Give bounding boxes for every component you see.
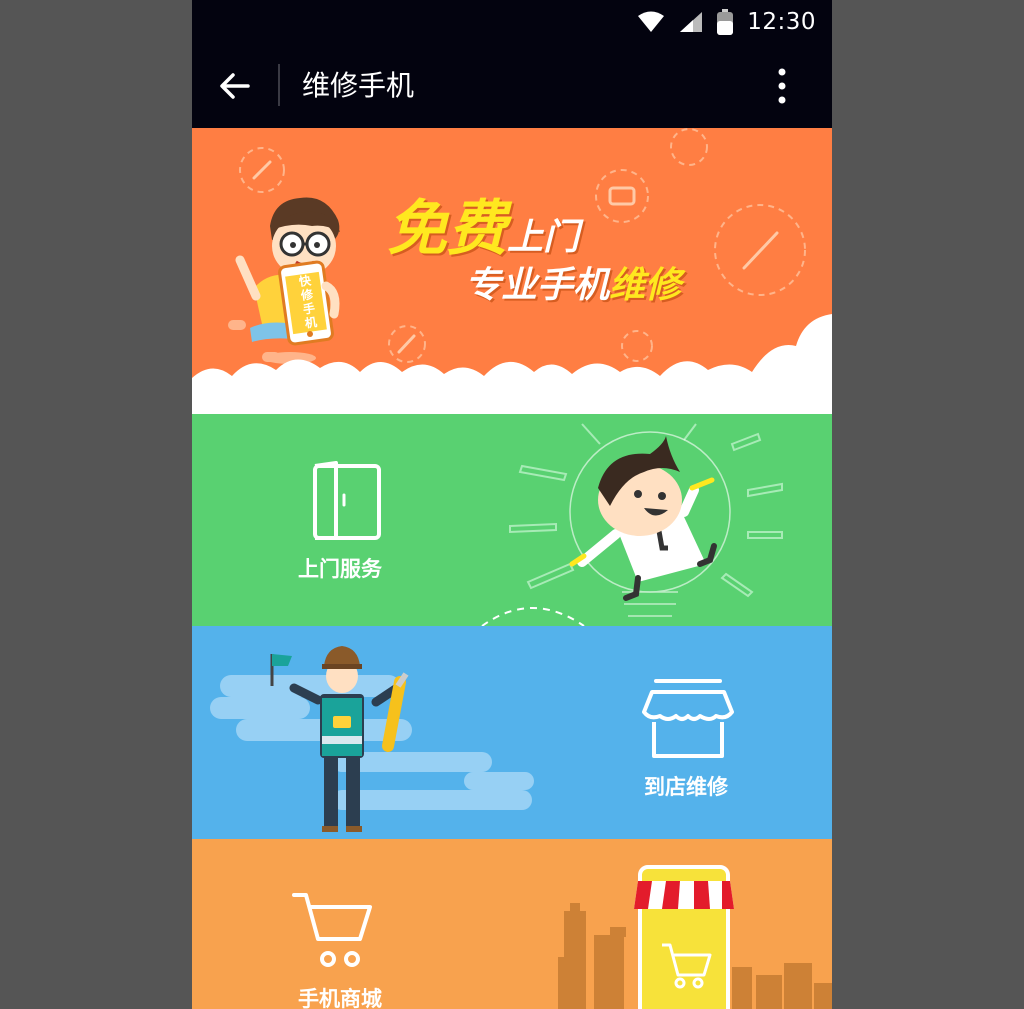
overflow-menu-button[interactable] (762, 64, 802, 108)
banner-headline: 免费上门 (387, 180, 579, 267)
tile-store-repair-label: 到店维修 (644, 775, 728, 799)
door-icon (312, 461, 384, 541)
banner-subheadline-yellow: 维修 (609, 265, 682, 306)
status-bar: 12:30 (192, 0, 832, 44)
page-title: 维修手机 (302, 69, 415, 102)
phone-shop-illustration (634, 865, 734, 1009)
battery-icon (717, 9, 734, 35)
cell-signal-icon (679, 11, 703, 33)
storefront-icon (642, 678, 734, 760)
tile-phone-mall[interactable]: 手机商城 (192, 839, 832, 1009)
status-time: 12:30 (747, 9, 816, 35)
app-toolbar: 维修手机 (192, 44, 832, 128)
wifi-icon (637, 11, 665, 33)
tile-phone-mall-label: 手机商城 (298, 987, 382, 1009)
tile-store-repair[interactable]: 到店维修 (192, 626, 832, 839)
banner-subheadline-white: 专业手机 (465, 265, 610, 306)
back-button[interactable] (210, 64, 258, 108)
tile-home-service-illustration (481, 423, 783, 626)
tile-store-repair-illustration (210, 646, 534, 832)
promo-banner[interactable]: 免费上门 专业手机维修 快修手机 (192, 128, 832, 414)
banner-headline-rest: 上门 (507, 217, 580, 258)
banner-headline-emphasis: 免费 (387, 194, 507, 264)
arrow-left-icon (218, 72, 250, 100)
toolbar-divider (278, 64, 280, 106)
more-vertical-icon (778, 68, 786, 104)
banner-subheadline: 专业手机维修 (465, 256, 681, 308)
mascot-illustration (228, 197, 340, 364)
tile-home-service[interactable]: 上门服务 (192, 414, 832, 626)
shopping-cart-icon (292, 891, 374, 969)
repairman-illustration (569, 436, 717, 601)
tile-home-service-label: 上门服务 (298, 557, 382, 581)
tile-phone-mall-illustration (558, 865, 832, 1009)
phone-screen: 12:30 维修手机 免费上门 专业手机维修 快修手机 上门服务 到店维修 手机… (192, 0, 832, 1009)
